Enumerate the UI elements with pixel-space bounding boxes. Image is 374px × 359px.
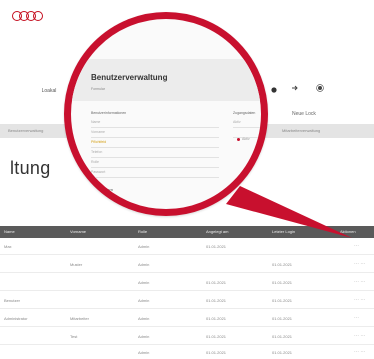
phone-field[interactable]: Telefon [91,149,219,158]
magnifier-lens: Benutzerverwaltung Formular Benutzerinfo… [64,12,268,216]
row-actions-icon[interactable]: ⋯ ⋯ [354,349,365,355]
column-header[interactable]: Rolle [138,229,147,234]
cell-created: 01.01.2021 [206,316,227,321]
section-heading-user-info: Benutzerinformationen [91,111,127,115]
cell-created: 01.01.2021 [206,350,227,355]
cell-created: 01.01.2021 [206,244,227,249]
column-header[interactable]: Vorname [70,229,86,234]
cell-name: Max [4,244,12,249]
arrow-icon[interactable] [291,84,299,92]
table-row[interactable]: Muster Admin 01.01.2021 ⋯ ⋯ [0,256,374,273]
nav-item-user-admin[interactable]: Benutzerverwaltung [8,128,43,133]
name-field[interactable]: Name [91,119,219,128]
column-header[interactable]: Letzter Login [272,229,295,234]
page-title: ltung [10,158,51,178]
brand-logo [12,8,43,21]
new-lock-link[interactable]: Neue Lock [292,111,316,117]
modal-subtitle: Formular [91,87,106,91]
status-dot-icon [237,138,240,141]
cell-name: Benutzer [4,298,21,303]
row-actions-icon[interactable]: ⋯ [354,315,359,321]
row-actions-icon[interactable]: ⋯ ⋯ [354,261,365,267]
cell-last-login: 01.01.2021 [272,334,293,339]
cell-role: Admin [138,350,150,355]
column-header[interactable]: Aktionen [340,229,356,234]
modal-header: Benutzerverwaltung Formular [71,59,261,101]
email-field[interactable]: Pflichtfeld [91,139,219,148]
cell-last-login: 01.01.2021 [272,280,293,285]
tab-local[interactable]: Loakal [36,86,62,96]
cell-last-login: 01.01.2021 [272,298,293,303]
table-header: Name Vorname Rolle Angelegt am Letzter L… [0,226,374,238]
table-row[interactable]: Test Admin 01.01.2021 01.01.2021 ⋯ ⋯ [0,328,374,345]
table-row[interactable]: Admin 01.01.2021 01.01.2021 ⋯ ⋯ [0,344,374,359]
row-actions-icon[interactable]: ⋯ [354,243,359,249]
firstname-field[interactable]: Vorname [91,129,219,138]
table-row[interactable]: Admin 01.01.2021 01.01.2021 ⋯ ⋯ [0,274,374,291]
cell-firstname: Mitarbeiter [70,316,89,321]
nav-item-staff-admin[interactable]: Mitarbeiterverwaltung [282,128,320,133]
cell-role: Admin [138,334,150,339]
page-background: Loakal Neue Lock Benutzerverwaltung Eins… [0,0,374,359]
row-actions-icon[interactable]: ⋯ ⋯ [354,333,365,339]
cell-role: Admin [138,316,150,321]
row-actions-icon[interactable]: ⋯ ⋯ [354,279,365,285]
cell-role: Admin [138,244,150,249]
user-icon[interactable] [270,86,278,94]
role-field[interactable]: Rolle [91,159,219,168]
cell-last-login: 01.01.2021 [272,262,293,267]
cell-created: 01.01.2021 [206,298,227,303]
password-field[interactable]: Passwort [91,169,219,178]
cell-last-login: 01.01.2021 [272,350,293,355]
modal-title: Benutzerverwaltung [91,73,168,82]
cell-last-login: 01.01.2021 [272,316,293,321]
cell-firstname: Muster [70,262,83,267]
cell-role: Admin [138,298,150,303]
cell-name: Administrator [4,316,28,321]
cell-role: Admin [138,262,150,267]
cell-role: Admin [138,280,150,285]
status-label: Aktiv [242,137,250,141]
table-row[interactable]: Benutzer Admin 01.01.2021 01.01.2021 ⋯ ⋯ [0,292,374,309]
access-field[interactable]: Aktiv [233,119,261,128]
cell-created: 01.01.2021 [206,280,227,285]
table-row[interactable]: Max Admin 01.01.2021 ⋯ [0,238,374,255]
cell-created: 01.01.2021 [206,334,227,339]
table-row[interactable]: Administrator Mitarbeiter Admin 01.01.20… [0,310,374,327]
column-header[interactable]: Angelegt am [206,229,228,234]
cell-firstname: Test [70,334,78,339]
row-actions-icon[interactable]: ⋯ ⋯ [354,297,365,303]
column-header[interactable]: Name [4,229,15,234]
save-button[interactable]: Speichern [95,187,113,192]
section-heading-access: Zugangsdaten [233,111,256,115]
settings-icon[interactable] [316,84,324,92]
